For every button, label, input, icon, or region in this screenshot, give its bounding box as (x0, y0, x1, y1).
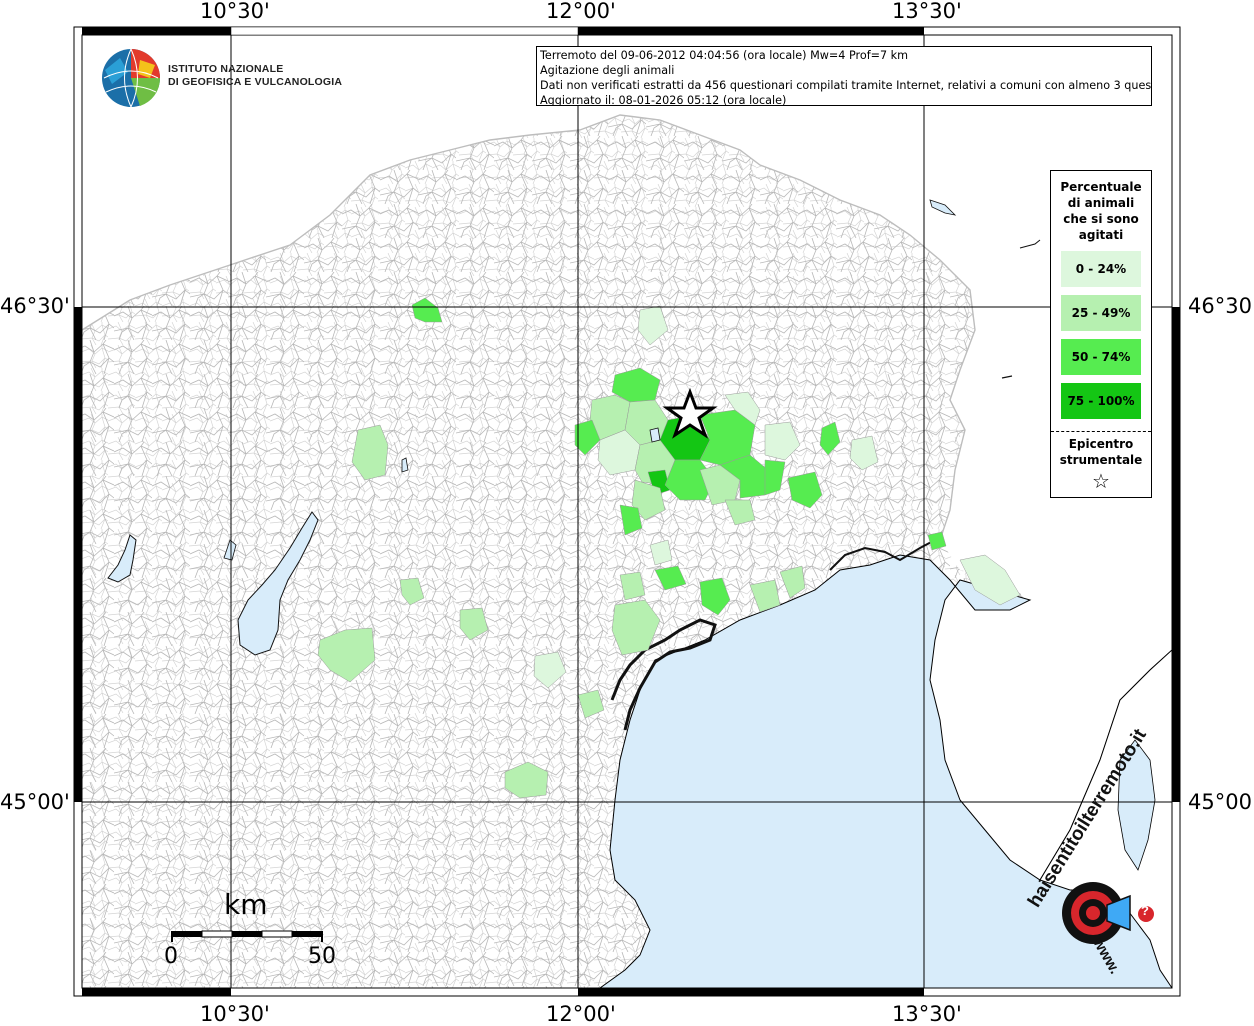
brand-question-mark: ? (1141, 903, 1149, 918)
scale-start-label: 0 (164, 944, 178, 969)
lon-label-top-1030: 10°30' (200, 0, 270, 23)
legend-separator (1051, 431, 1151, 432)
legend-item-25-49: 25 - 49% (1061, 295, 1141, 331)
legend-title-line: agitati (1078, 228, 1124, 242)
legend-item-50-74: 50 - 74% (1061, 339, 1141, 375)
scale-unit: km (224, 888, 268, 921)
lon-label-bottom-1330: 13°30' (892, 1002, 962, 1026)
institute-name: ISTITUTO NAZIONALE DI GEOFISICA E VULCAN… (168, 63, 342, 89)
event-info-line2: Agitazione degli animali (540, 64, 675, 77)
institute-name-line1: ISTITUTO NAZIONALE (168, 63, 284, 75)
legend-item-label: 25 - 49% (1071, 306, 1131, 320)
event-info-line4: Aggiornato il: 08-01-2026 05:12 (ora loc… (540, 94, 787, 106)
lat-label-left-4630: 46°30' (0, 294, 70, 318)
legend-title-line: che si sono (1063, 212, 1139, 226)
legend-epicenter-label: Epicentro strumentale (1051, 436, 1151, 468)
lat-label-right-4630: 46°30' (1188, 294, 1254, 318)
legend-item-75-100: 75 - 100% (1061, 383, 1141, 419)
scale-end-label: 50 (308, 944, 336, 969)
event-info-line3: Dati non verificati estratti da 456 ques… (540, 79, 1152, 92)
legend-item-label: 0 - 24% (1075, 262, 1127, 276)
legend-item-label: 75 - 100% (1067, 394, 1135, 408)
institute-name-line2: DI GEOFISICA E VULCANOLOGIA (168, 76, 343, 88)
legend-title: Percentuale di animali che si sono agita… (1051, 179, 1151, 243)
lat-label-right-4500: 45°00' (1188, 790, 1254, 814)
lon-label-bottom-1030: 10°30' (200, 1002, 270, 1026)
legend: Percentuale di animali che si sono agita… (1050, 170, 1152, 498)
legend-item-label: 50 - 74% (1071, 350, 1131, 364)
legend-epicenter-line: strumentale (1059, 453, 1143, 467)
legend-title-line: di animali (1067, 196, 1135, 210)
lon-label-top-1200: 12°00' (546, 0, 616, 23)
legend-star-icon: ☆ (1092, 469, 1110, 493)
ingv-globe-logo (102, 48, 161, 108)
lon-label-bottom-1200: 12°00' (546, 1002, 616, 1026)
legend-epicenter-line: Epicentro (1068, 437, 1134, 451)
event-info-box: Terremoto del 09-06-2012 04:04:56 (ora l… (536, 46, 1152, 106)
lat-label-left-4500: 45°00' (0, 790, 70, 814)
legend-title-line: Percentuale (1060, 180, 1142, 194)
lon-label-top-1330: 13°30' (892, 0, 962, 23)
event-info-line1: Terremoto del 09-06-2012 04:04:56 (ora l… (540, 49, 909, 62)
legend-item-0-24: 0 - 24% (1061, 251, 1141, 287)
